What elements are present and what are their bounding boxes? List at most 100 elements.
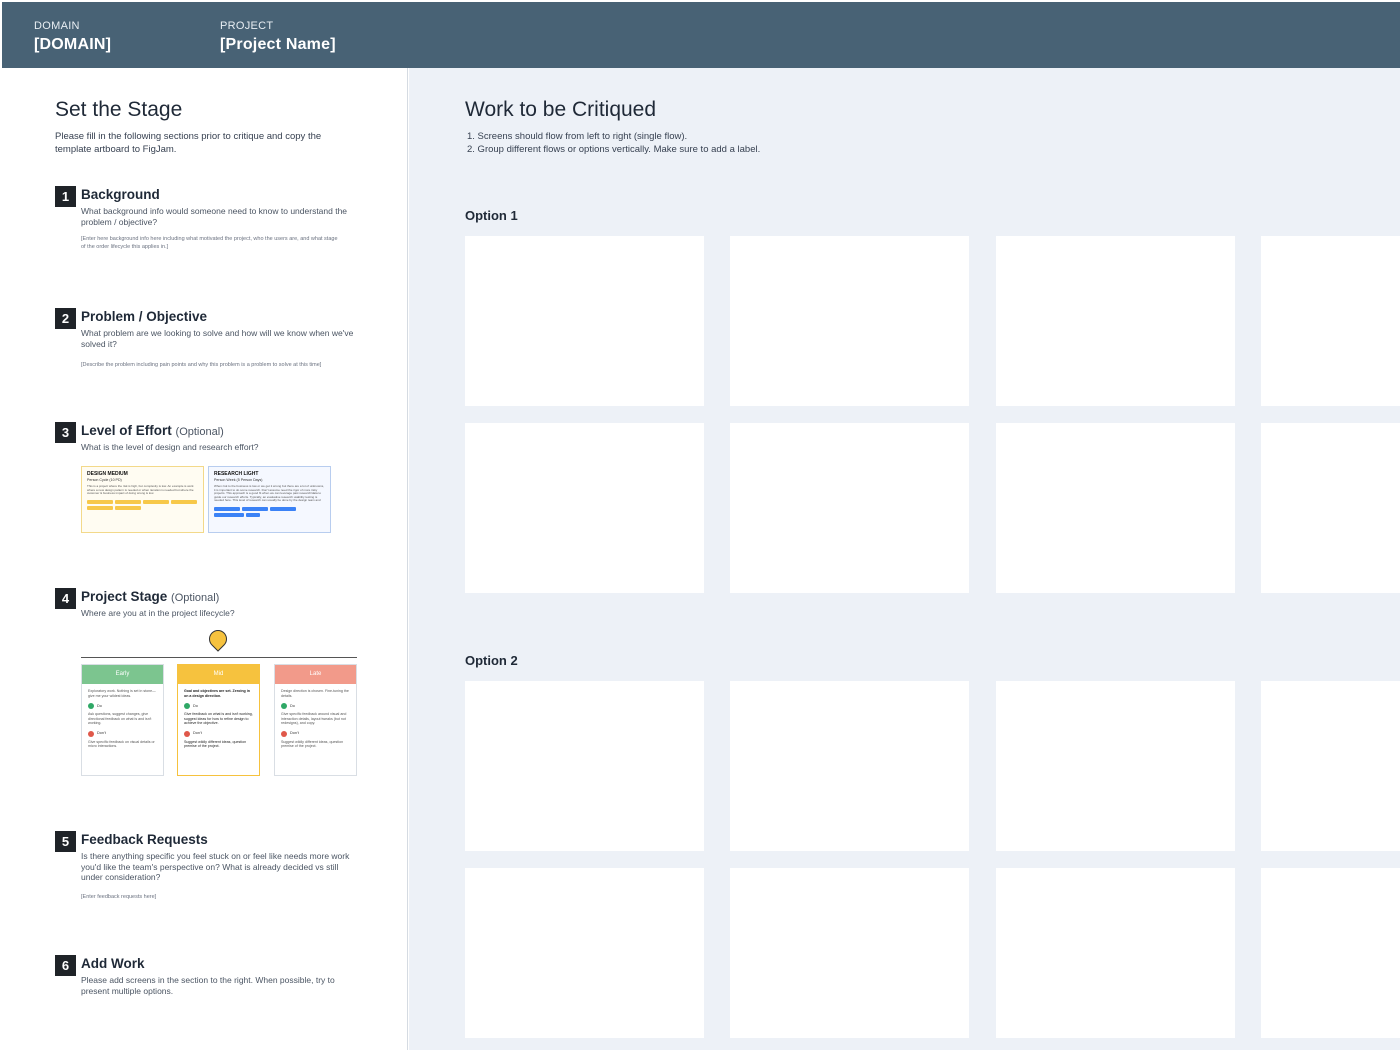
effort-card-subtitle: Person Week (5 Person Days)	[214, 478, 263, 482]
section-number: 5	[55, 831, 76, 852]
stage-body: Goal and objectives are set. Zeroing in …	[178, 684, 259, 754]
screen-placeholder[interactable]	[465, 423, 704, 593]
section-title: Background	[81, 187, 160, 202]
dont-label: Don't	[290, 731, 299, 736]
do-label: Do	[97, 703, 102, 708]
screen-placeholder[interactable]	[730, 423, 969, 593]
section-title: Project Stage (Optional)	[81, 589, 219, 604]
do-text: Ask questions, suggest changes, give dir…	[88, 712, 152, 725]
screen-placeholder[interactable]	[1261, 423, 1400, 593]
stage-timeline: Early Exploratory work. Nothing is set i…	[81, 626, 359, 780]
screen-placeholder[interactable]	[730, 236, 969, 406]
screen-placeholder[interactable]	[465, 868, 704, 1038]
screen-placeholder[interactable]	[996, 236, 1235, 406]
screen-placeholder[interactable]	[1261, 868, 1400, 1038]
stage-name: Mid	[178, 665, 259, 684]
optional-tag: (Optional)	[175, 426, 224, 438]
domain-value[interactable]: [DOMAIN]	[34, 36, 111, 54]
section-number: 1	[55, 186, 76, 207]
dont-row: Don't	[184, 730, 253, 737]
screen-placeholder[interactable]	[730, 681, 969, 851]
optional-tag: (Optional)	[171, 592, 220, 604]
section-question: Please add screens in the section to the…	[81, 975, 335, 996]
section-hint[interactable]: [Enter feedback requests here]	[81, 894, 341, 902]
project-label: PROJECT	[220, 20, 274, 32]
section-title: Add Work	[81, 956, 145, 971]
effort-card-title: RESEARCH LIGHT	[214, 471, 259, 477]
do-row: Do	[281, 703, 350, 709]
effort-card-subtitle: Person Cycle (10 PD)	[87, 478, 122, 482]
instruction-item: 2. Group different flows or options vert…	[467, 144, 761, 155]
section-hint[interactable]: [Describe the problem including pain poi…	[81, 362, 361, 370]
effort-card-title: DESIGN MEDIUM	[87, 471, 128, 477]
stage-title: Set the Stage	[55, 98, 183, 121]
stage-late[interactable]: Late Design direction is chosen. Fine-tu…	[274, 664, 357, 776]
x-icon	[184, 730, 190, 737]
tag	[87, 499, 113, 504]
effort-card-tags	[214, 507, 325, 517]
do-row: Do	[88, 703, 157, 709]
stage-early[interactable]: Early Exploratory work. Nothing is set i…	[81, 664, 164, 776]
tag	[87, 505, 113, 510]
project-block: PROJECT [Project Name]	[220, 20, 336, 54]
tag	[115, 505, 141, 510]
domain-block: DOMAIN [DOMAIN]	[34, 20, 111, 54]
do-label: Do	[193, 703, 198, 708]
stage-body: Exploratory work. Nothing is set in ston…	[82, 684, 163, 754]
work-title: Work to be Critiqued	[465, 98, 657, 121]
option-2-label: Option 2	[465, 653, 518, 668]
section-number: 6	[55, 955, 76, 976]
section-question: What is the level of design and research…	[81, 442, 259, 452]
stage-name: Early	[82, 665, 163, 684]
x-icon	[281, 730, 287, 737]
section-number: 2	[55, 308, 76, 329]
tag	[246, 513, 260, 517]
check-icon	[281, 703, 287, 709]
section-hint[interactable]: [Enter here background info here includi…	[81, 236, 341, 251]
tag	[115, 499, 141, 504]
tag	[214, 507, 240, 511]
screen-placeholder[interactable]	[730, 868, 969, 1038]
check-icon	[184, 703, 190, 709]
section-title: Level of Effort (Optional)	[81, 423, 224, 438]
do-label: Do	[290, 703, 295, 708]
effort-card-text: When risk to the business is low or we g…	[214, 485, 325, 503]
stage-name: Late	[275, 665, 356, 684]
tag	[242, 507, 268, 511]
tag	[171, 499, 197, 504]
effort-card-design[interactable]: DESIGN MEDIUM Person Cycle (10 PD) This …	[81, 466, 204, 533]
screen-placeholder[interactable]	[996, 423, 1235, 593]
section-question: Is there anything specific you feel stuc…	[81, 851, 350, 882]
screen-placeholder[interactable]	[1261, 236, 1400, 406]
stage-summary: Goal and objectives are set. Zeroing in …	[184, 689, 250, 698]
check-icon	[88, 703, 94, 709]
stage-summary: Exploratory work. Nothing is set in ston…	[88, 689, 156, 698]
do-text: Give feedback on what is and isn't worki…	[184, 712, 253, 725]
effort-card-research[interactable]: RESEARCH LIGHT Person Week (5 Person Day…	[208, 466, 331, 533]
section-title-text: Level of Effort	[81, 423, 172, 438]
screen-placeholder[interactable]	[996, 868, 1235, 1038]
screen-placeholder[interactable]	[996, 681, 1235, 851]
instruction-item: 1. Screens should flow from left to righ…	[467, 131, 688, 142]
dont-text: Give specific feedback on visual details…	[88, 739, 155, 749]
section-question: What problem are we looking to solve and…	[81, 328, 354, 349]
screen-placeholder[interactable]	[465, 236, 704, 406]
screen-placeholder[interactable]	[465, 681, 704, 851]
dont-label: Don't	[193, 731, 202, 736]
section-title: Feedback Requests	[81, 832, 208, 847]
stage-marker-pin[interactable]	[205, 626, 231, 652]
option-1-label: Option 1	[465, 208, 518, 223]
section-number: 3	[55, 422, 76, 443]
header-bar: DOMAIN [DOMAIN] PROJECT [Project Name]	[2, 2, 1400, 68]
project-value[interactable]: [Project Name]	[220, 36, 336, 54]
stage-mid[interactable]: Mid Goal and objectives are set. Zeroing…	[177, 664, 260, 776]
effort-card-tags	[87, 499, 198, 510]
section-question: What background info would someone need …	[81, 206, 348, 227]
effort-card-text: This is a project where the risk is high…	[87, 484, 194, 496]
screen-placeholder[interactable]	[1261, 681, 1400, 851]
set-the-stage-panel: Set the Stage Please fill in the followi…	[2, 68, 408, 1050]
dont-text: Suggest wildly different ideas, question…	[184, 739, 247, 749]
x-icon	[88, 730, 94, 737]
section-question: Where are you at in the project lifecycl…	[81, 608, 235, 618]
timeline-line	[81, 657, 357, 658]
